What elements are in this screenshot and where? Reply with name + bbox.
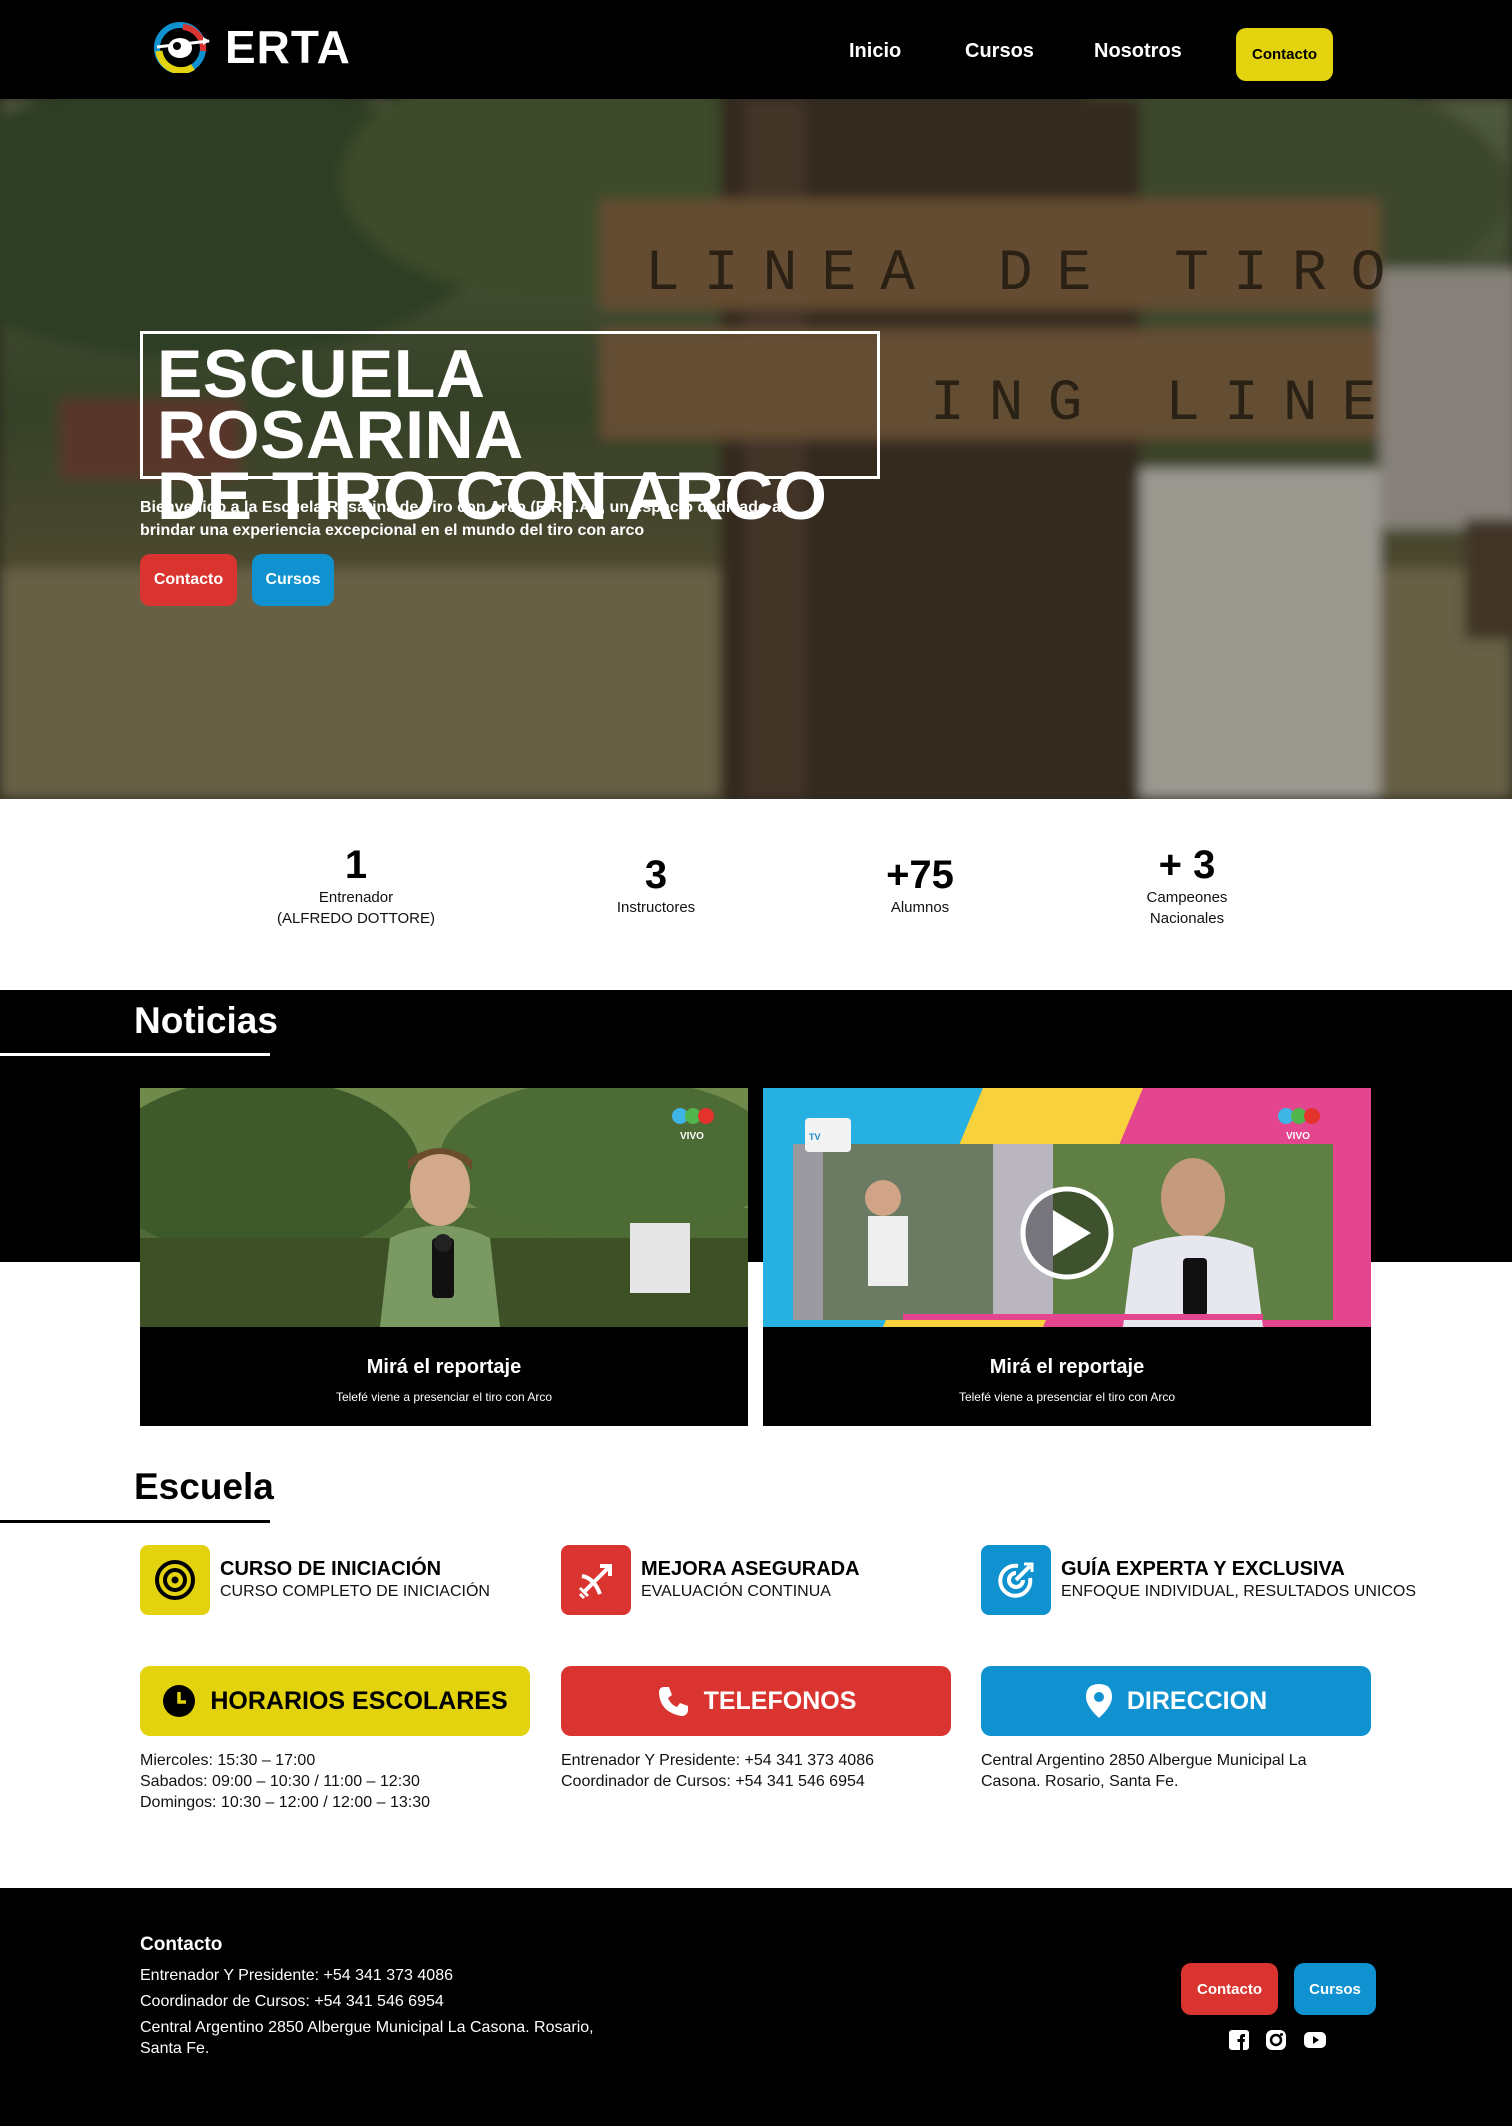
feature-title: CURSO DE INICIACIÓN <box>220 1558 442 1580</box>
stat-champions: + 3 Campeones Nacionales <box>1087 843 1287 929</box>
facebook-icon[interactable] <box>1228 2029 1250 2051</box>
live-badge: VIVO <box>680 1131 704 1142</box>
school-title-underline <box>0 1520 270 1523</box>
phones-label: TELEFONOS <box>703 1686 857 1715</box>
footer-contact-button[interactable]: Contacto <box>1181 1963 1278 2015</box>
feature-course: CURSO DE INICIACIÓN CURSO COMPLETO DE IN… <box>140 1545 490 1615</box>
hero: LINEA DE TIRO ING LINE ESCUELA ROSARINA … <box>0 99 1512 799</box>
news-card-title: Mirá el reportaje <box>989 1356 1145 1378</box>
nav-link-nosotros[interactable]: Nosotros <box>1094 40 1182 63</box>
hero-contact-button[interactable]: Contacto <box>140 554 237 606</box>
news-title-underline <box>0 1053 270 1056</box>
hero-courses-button[interactable]: Cursos <box>252 554 334 606</box>
bullseye-arrow-icon <box>981 1545 1051 1615</box>
news-card-title: Mirá el reportaje <box>366 1356 522 1378</box>
address-details: Central Argentino 2850 Albergue Municipa… <box>981 1750 1321 1792</box>
news-title: Noticias <box>134 1000 278 1041</box>
location-pin-icon <box>1085 1684 1112 1718</box>
svg-text:TV: TV <box>809 1132 821 1142</box>
instagram-icon[interactable] <box>1265 2029 1287 2051</box>
erta-logo-icon <box>154 22 210 73</box>
schedule-line: Miercoles: 15:30 – 17:00 <box>140 1752 316 1769</box>
stat-students: +75 Alumnos <box>820 853 1020 918</box>
live-badge: VIVO <box>1286 1131 1310 1142</box>
clock-icon <box>163 1685 196 1717</box>
logo[interactable]: ERTA <box>153 20 351 74</box>
target-icon <box>140 1545 210 1615</box>
footer-phone-2: Coordinador de Cursos: +54 341 546 6954 <box>140 1993 444 2010</box>
stat-trainer: 1 Entrenador (ALFREDO DOTTORE) <box>256 843 456 929</box>
schedule-line: Sabados: 09:00 – 10:30 / 11:00 – 12:30 <box>140 1773 420 1790</box>
hero-title-line1: ESCUELA ROSARINA <box>157 336 524 473</box>
schedule-button[interactable]: HORARIOS ESCOLARES <box>140 1666 530 1736</box>
phone-details: Entrenador Y Presidente: +54 341 373 408… <box>561 1750 951 1792</box>
nav-link-cursos[interactable]: Cursos <box>965 40 1034 63</box>
schedule-details: Miercoles: 15:30 – 17:00 Sabados: 09:00 … <box>140 1750 530 1813</box>
news-card-2[interactable]: TV VIVO Mirá el reportaje Telefé viene a… <box>763 1088 1371 1426</box>
news-thumbnail-2: TV VIVO <box>763 1088 1371 1327</box>
top-nav: ERTA Inicio Cursos Nosotros Contacto <box>0 0 1512 99</box>
footer-courses-button[interactable]: Cursos <box>1294 1963 1376 2015</box>
stat-label: Instructores <box>616 899 696 916</box>
news-card-subtitle: Telefé viene a presenciar el tiro con Ar… <box>958 1390 1176 1404</box>
phone-icon <box>658 1687 688 1716</box>
stat-label: Entrenador <box>318 889 394 906</box>
stat-label: (ALFREDO DOTTORE) <box>276 910 436 927</box>
news-thumbnail-1: VIVO <box>140 1088 748 1327</box>
nav-contact-button[interactable]: Contacto <box>1236 28 1333 81</box>
feature-subtitle: EVALUACIÓN CONTINUA <box>641 1583 831 1600</box>
schedule-line: Domingos: 10:30 – 12:00 / 12:00 – 13:30 <box>140 1794 430 1811</box>
address-line: Central Argentino 2850 Albergue Municipa… <box>981 1752 1307 1790</box>
feature-title: GUÍA EXPERTA Y EXCLUSIVA <box>1061 1558 1345 1580</box>
hero-title-box: ESCUELA ROSARINA DE TIRO CON ARCO <box>140 331 880 530</box>
feature-subtitle: CURSO COMPLETO DE INICIACIÓN <box>220 1583 490 1600</box>
phones-button[interactable]: TELEFONOS <box>561 1666 951 1736</box>
stat-label: Nacionales <box>1149 910 1225 927</box>
stat-label: Alumnos <box>890 899 950 916</box>
hero-subtitle: Bienvenido a la Escuela Rosarina de Tiro… <box>140 499 782 539</box>
archery-icon <box>561 1545 631 1615</box>
footer-phone-1: Entrenador Y Presidente: +54 341 373 408… <box>140 1967 453 1984</box>
nav-link-inicio[interactable]: Inicio <box>849 40 901 63</box>
stat-label: Campeones <box>1146 889 1228 906</box>
schedule-label: HORARIOS ESCOLARES <box>210 1686 508 1715</box>
stat-value: 1 <box>344 843 368 887</box>
phone-line: Entrenador Y Presidente: +54 341 373 408… <box>561 1752 874 1769</box>
phone-line: Coordinador de Cursos: +54 341 546 6954 <box>561 1773 865 1790</box>
youtube-icon[interactable] <box>1303 2029 1327 2051</box>
news-card-1[interactable]: VIVO Mirá el reportaje Telefé viene a pr… <box>140 1088 748 1426</box>
footer-address: Central Argentino 2850 Albergue Municipa… <box>140 2019 594 2057</box>
address-button[interactable]: DIRECCION <box>981 1666 1371 1736</box>
stat-value: 3 <box>644 853 668 897</box>
feature-guide: GUÍA EXPERTA Y EXCLUSIVA ENFOQUE INDIVID… <box>981 1545 1416 1615</box>
feature-subtitle: ENFOQUE INDIVIDUAL, RESULTADOS UNICOS <box>1061 1583 1417 1600</box>
feature-title: MEJORA ASEGURADA <box>641 1558 860 1580</box>
footer-title: Contacto <box>140 1934 223 1955</box>
news-card-subtitle: Telefé viene a presenciar el tiro con Ar… <box>335 1390 553 1404</box>
stat-value: +75 <box>886 853 954 897</box>
feature-improvement: MEJORA ASEGURADA EVALUACIÓN CONTINUA <box>561 1545 860 1615</box>
footer: Contacto Entrenador Y Presidente: +54 34… <box>0 1888 1512 2126</box>
logo-text: ERTA <box>225 21 351 73</box>
school-title: Escuela <box>134 1466 274 1507</box>
stat-instructors: 3 Instructores <box>556 853 756 918</box>
address-label: DIRECCION <box>1126 1686 1268 1715</box>
stat-value: + 3 <box>1158 843 1216 887</box>
